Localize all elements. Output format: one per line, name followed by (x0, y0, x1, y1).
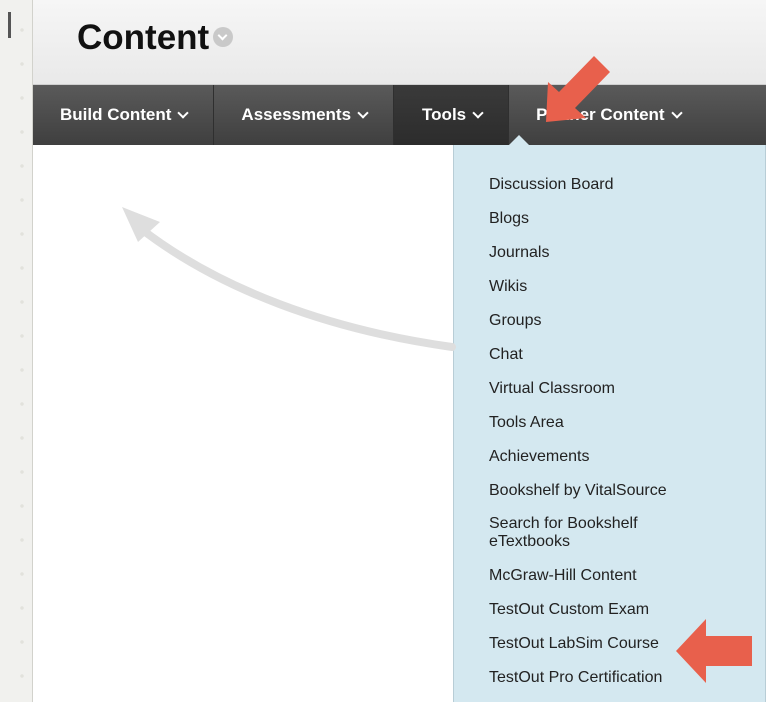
tools-dropdown-menu: Discussion Board Blogs Journals Wikis Gr… (453, 145, 766, 702)
content-toolbar: Build Content Assessments Tools Partner … (33, 85, 766, 145)
build-content-menu-button[interactable]: Build Content (33, 85, 215, 145)
curved-arrow-head-icon (122, 207, 160, 242)
tools-menu-button[interactable]: Tools (394, 85, 510, 145)
menu-item-testout-pro-certification[interactable]: TestOut Pro Certification (454, 668, 765, 687)
partner-content-label: Partner Content (536, 105, 665, 124)
page-title-wrap: Content (77, 16, 234, 60)
menu-item-testout-custom-exam[interactable]: TestOut Custom Exam (454, 600, 765, 619)
menu-item-tools-area[interactable]: Tools Area (454, 413, 765, 432)
chevron-down-icon (177, 107, 190, 119)
text-cursor-icon (8, 12, 11, 38)
chevron-down-icon (670, 107, 683, 119)
build-content-label: Build Content (60, 105, 172, 124)
partner-content-menu-button[interactable]: Partner Content (509, 85, 706, 145)
menu-item-discussion-board[interactable]: Discussion Board (454, 175, 765, 194)
assessments-label: Assessments (241, 105, 352, 124)
menu-item-mcgraw-hill-content[interactable]: McGraw-Hill Content (454, 566, 765, 585)
page: Content Build Content Assessments Tools … (0, 0, 766, 702)
menu-item-blogs[interactable]: Blogs (454, 209, 765, 228)
menu-item-bookshelf-vitalsource[interactable]: Bookshelf by VitalSource (454, 481, 765, 500)
dropdown-pointer (509, 135, 529, 145)
menu-item-journals[interactable]: Journals (454, 243, 765, 262)
tools-menu-list: Discussion Board Blogs Journals Wikis Gr… (454, 145, 765, 687)
menu-item-virtual-classroom[interactable]: Virtual Classroom (454, 379, 765, 398)
menu-item-wikis[interactable]: Wikis (454, 277, 765, 296)
assessments-menu-button[interactable]: Assessments (214, 85, 395, 145)
title-options-chevron-icon[interactable] (213, 26, 234, 47)
chevron-down-icon (472, 107, 484, 119)
page-title: Content (77, 18, 210, 57)
menu-item-testout-labsim-course[interactable]: TestOut LabSim Course (454, 634, 765, 653)
menu-item-chat[interactable]: Chat (454, 345, 765, 364)
tools-label: Tools (422, 105, 467, 124)
menu-item-achievements[interactable]: Achievements (454, 447, 765, 466)
curved-arrow-line (136, 224, 456, 351)
menu-item-groups[interactable]: Groups (454, 311, 765, 330)
menu-item-search-bookshelf[interactable]: Search for Bookshelf eTextbooks (454, 515, 679, 551)
page-header: Content (33, 0, 766, 85)
left-edge-strip (0, 0, 33, 702)
chevron-down-icon (357, 107, 369, 119)
